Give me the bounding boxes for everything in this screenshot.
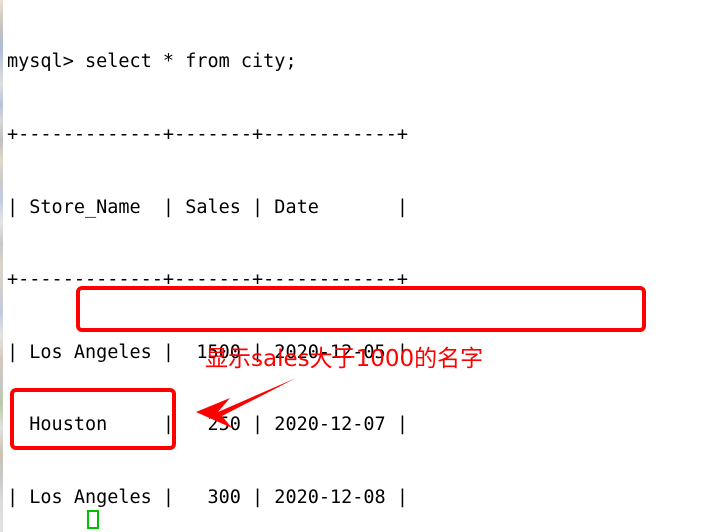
terminal-window: mysql> select * from city; +------------… xyxy=(0,0,712,532)
window-edge-artifact xyxy=(0,0,3,532)
query-highlight-box xyxy=(76,286,646,332)
terminal-line: | Store_Name | Sales | Date | xyxy=(7,196,408,218)
arrow-icon xyxy=(178,372,308,442)
terminal-line: mysql> select * from city; xyxy=(7,51,297,73)
terminal-line: | Los Angeles | 300 | 2020-12-08 | xyxy=(7,486,408,508)
terminal-line: +-------------+-------+------------+ xyxy=(7,124,408,145)
annotation-note: 显示sales大于1000的名字 xyxy=(205,346,484,372)
result-highlight-box xyxy=(10,388,176,450)
terminal-cursor xyxy=(87,510,99,529)
terminal-output: mysql> select * from city; +------------… xyxy=(7,2,597,532)
